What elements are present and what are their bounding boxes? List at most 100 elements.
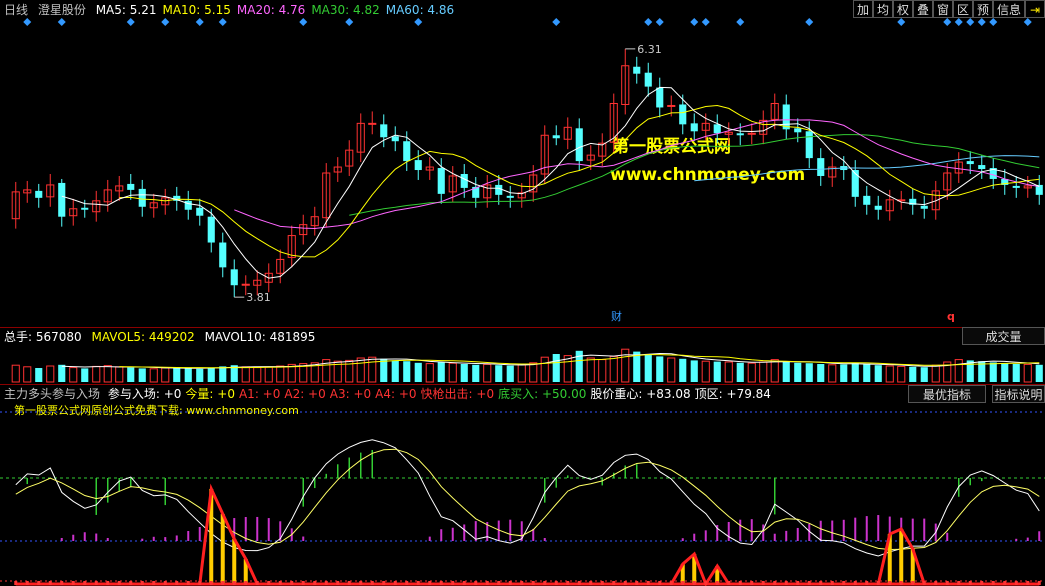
volume-bar-67 (782, 361, 790, 382)
signal-diamond-8 (414, 18, 423, 26)
candle-body-84 (978, 165, 986, 170)
signal-diamond-13 (701, 18, 710, 26)
candle-body-19 (230, 269, 238, 286)
volume-bar-46 (540, 356, 549, 383)
signal-diamond-12 (690, 18, 699, 26)
candle-body-58 (679, 104, 687, 125)
base-dot-65 (761, 581, 765, 585)
volume-bar-68 (794, 362, 802, 382)
base-dot-16 (198, 581, 202, 585)
signal-diamond-17 (943, 18, 952, 26)
base-dot-14 (175, 581, 179, 585)
candle-body-18 (219, 242, 227, 268)
candle-body-63 (736, 133, 744, 136)
signal-diamond-0 (23, 18, 32, 26)
volume-bar-65 (759, 361, 768, 383)
volume-bar-36 (425, 363, 434, 383)
volume-bar-88 (1023, 363, 1032, 383)
volume-bar-20 (241, 366, 250, 383)
base-dot-48 (566, 581, 570, 585)
volume-bar-9 (115, 366, 124, 383)
base-dot-69 (807, 581, 811, 585)
base-dot-73 (853, 581, 857, 585)
base-dot-68 (796, 581, 800, 585)
base-dot-78 (911, 581, 915, 585)
base-dot-0 (14, 581, 18, 585)
base-dot-34 (405, 581, 409, 585)
signal-diamond-3 (161, 18, 170, 26)
volume-bar-5 (69, 367, 78, 383)
signal-diamond-1 (57, 18, 66, 26)
volume-bar-32 (380, 358, 388, 382)
base-dot-31 (370, 581, 374, 585)
volume-bar-66 (770, 359, 779, 383)
signal-diamond-6 (299, 18, 308, 26)
base-dot-32 (382, 581, 386, 585)
base-dot-49 (577, 581, 581, 585)
volume-bar-42 (495, 365, 503, 382)
volume-bar-79 (920, 367, 928, 382)
candle-body-43 (506, 195, 514, 198)
volume-bar-40 (472, 364, 480, 382)
volume-bar-6 (81, 368, 89, 382)
candle-body-16 (196, 207, 204, 216)
base-dot-24 (290, 581, 294, 585)
volume-bar-12 (149, 368, 158, 383)
ma5-line (61, 86, 1040, 279)
volume-bar-87 (1012, 364, 1020, 382)
volume-bar-34 (403, 361, 411, 382)
volume-bar-22 (264, 366, 273, 383)
base-dot-57 (669, 581, 673, 585)
volume-bar-1 (23, 366, 32, 383)
volume-bar-74 (863, 364, 871, 382)
volume-bar-39 (460, 364, 468, 382)
candle-body-61 (713, 124, 721, 134)
volume-bar-11 (138, 368, 146, 382)
base-dot-81 (945, 581, 949, 585)
volume-bar-2 (35, 368, 43, 382)
base-dot-71 (830, 581, 834, 585)
base-dot-17 (209, 581, 213, 585)
candle-body-31 (368, 122, 377, 125)
candle-body-56 (656, 87, 664, 108)
candle-body-39 (460, 174, 468, 188)
base-dot-89 (1037, 581, 1041, 585)
candle-body-20 (241, 283, 250, 286)
base-dot-79 (922, 581, 926, 585)
signal-diamond-9 (552, 18, 561, 26)
base-dot-25 (301, 581, 305, 585)
base-dot-52 (612, 581, 616, 585)
volume-bar-59 (690, 360, 698, 382)
volume-bar-61 (713, 361, 721, 382)
base-dot-62 (727, 581, 731, 585)
volume-bar-45 (529, 362, 538, 383)
base-dot-47 (554, 581, 558, 585)
candle-body-4 (58, 182, 66, 217)
base-dot-59 (692, 581, 696, 585)
candle-body-87 (1012, 185, 1020, 188)
volume-bar-63 (736, 362, 744, 382)
cai-marker: 财 (611, 309, 622, 323)
base-dot-22 (267, 581, 271, 585)
volume-bar-18 (219, 366, 227, 382)
base-dot-29 (347, 581, 351, 585)
base-dot-13 (163, 581, 167, 585)
base-dot-82 (957, 581, 961, 585)
spike-bar-77 (899, 529, 904, 584)
base-dot-88 (1026, 581, 1030, 585)
signal-diamond-18 (954, 18, 963, 26)
candle-body-10 (127, 183, 135, 190)
candle-body-49 (575, 128, 583, 162)
signal-diamond-4 (195, 18, 204, 26)
base-dot-36 (428, 581, 432, 585)
volume-bar-14 (173, 367, 181, 382)
volume-bar-55 (644, 354, 652, 382)
candle-body-57 (667, 104, 676, 107)
candle-body-17 (207, 216, 215, 243)
candle-body-35 (414, 160, 422, 171)
chart-canvas: 6.31 3.81 财 q (0, 18, 1045, 586)
candle-body-33 (391, 136, 399, 142)
base-dot-84 (980, 581, 984, 585)
candle-body-42 (495, 184, 503, 195)
base-dot-67 (784, 581, 788, 585)
